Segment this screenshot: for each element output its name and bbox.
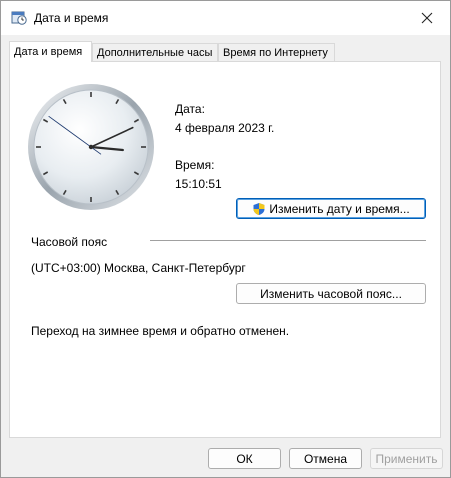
- change-date-time-button[interactable]: Изменить дату и время...: [236, 198, 426, 219]
- time-value: 15:10:51: [175, 177, 222, 191]
- timezone-value: (UTC+03:00) Москва, Санкт-Петербург: [31, 261, 246, 275]
- clock-center-pin: [88, 144, 94, 150]
- time-label: Время:: [175, 158, 215, 172]
- title-bar: Дата и время: [1, 1, 450, 35]
- close-button[interactable]: [404, 1, 450, 35]
- date-value: 4 февраля 2023 г.: [175, 121, 275, 135]
- dst-note: Переход на зимнее время и обратно отмене…: [31, 324, 290, 338]
- window-title: Дата и время: [34, 11, 109, 25]
- timezone-separator: [150, 240, 426, 241]
- change-date-time-label: Изменить дату и время...: [269, 201, 410, 216]
- uac-shield-icon: [252, 202, 266, 216]
- change-timezone-button[interactable]: Изменить часовой пояс...: [236, 283, 426, 304]
- tab-panel: Дата: 4 февраля 2023 г. Время: 15:10:51 …: [9, 61, 441, 438]
- tab-additional-clocks[interactable]: Дополнительные часы: [92, 43, 218, 61]
- date-label: Дата:: [175, 102, 205, 116]
- close-icon: [421, 12, 433, 24]
- analog-clock: [28, 84, 154, 210]
- tab-date-time[interactable]: Дата и время: [9, 41, 92, 62]
- clock-calendar-icon: [11, 9, 27, 25]
- date-time-dialog: Дата и время Дата и время Дополнительные…: [0, 0, 451, 478]
- tab-internet-time[interactable]: Время по Интернету: [218, 43, 335, 61]
- timezone-heading: Часовой пояс: [31, 235, 108, 249]
- ok-button[interactable]: ОК: [208, 448, 281, 469]
- cancel-button[interactable]: Отмена: [289, 448, 362, 469]
- apply-button[interactable]: Применить: [370, 448, 443, 469]
